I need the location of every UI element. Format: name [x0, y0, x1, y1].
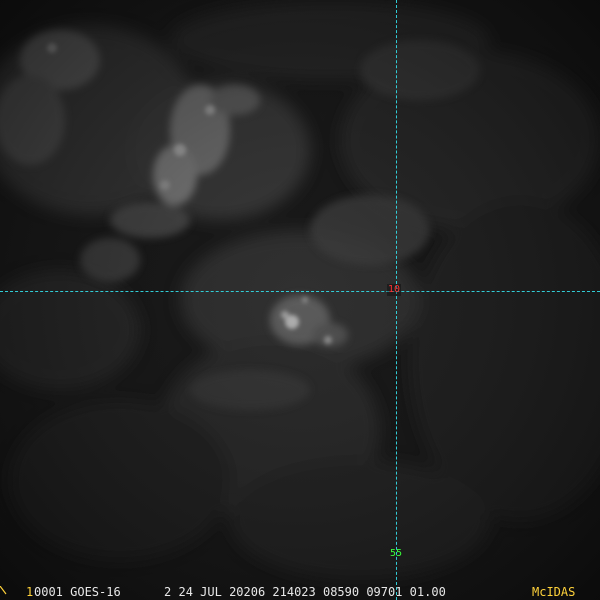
mcidas-brand: McIDAS — [532, 585, 576, 599]
frame-number: 1 — [26, 585, 34, 599]
latitude-grid-line — [0, 291, 600, 292]
image-info-text: 0001 GOES-16 2 24 JUL 20206 214023 08590… — [34, 585, 446, 599]
longitude-label: 55 — [390, 548, 403, 559]
latitude-label: 10 — [387, 284, 402, 296]
status-bar: 1 0001 GOES-16 2 24 JUL 20206 214023 085… — [0, 584, 600, 600]
satellite-viewer: 10 55 1 0001 GOES-16 2 24 JUL 20206 2140… — [0, 0, 600, 600]
satellite-image — [0, 0, 600, 600]
longitude-grid-line — [396, 0, 397, 600]
